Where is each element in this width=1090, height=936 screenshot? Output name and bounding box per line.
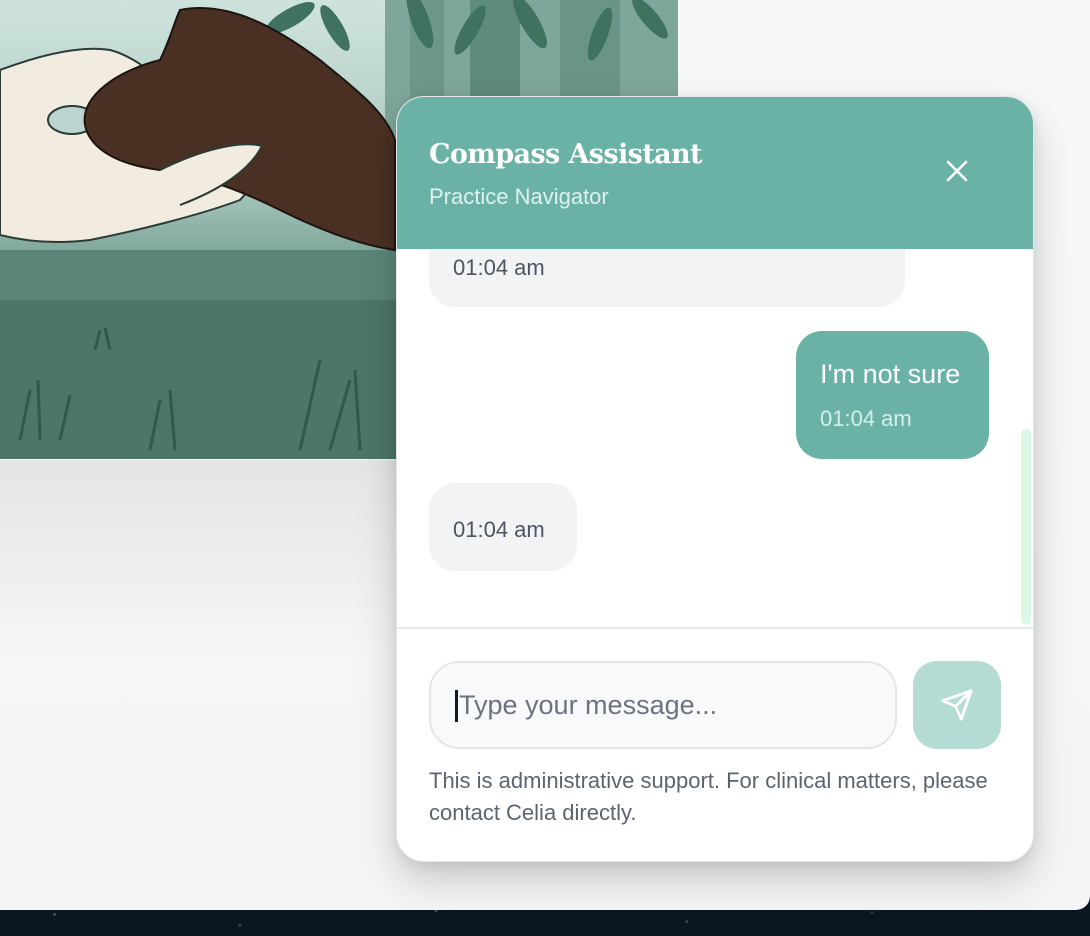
composer-divider xyxy=(397,627,1033,629)
user-message: I'm not sure 01:04 am xyxy=(796,331,989,459)
message-text: I'm not sure xyxy=(820,359,961,389)
chat-widget: Compass Assistant Practice Navigator 01:… xyxy=(396,96,1034,862)
message-list[interactable]: 01:04 am I'm not sure 01:04 am 01:04 am xyxy=(397,249,1033,627)
input-placeholder: Type your message... xyxy=(459,690,718,720)
message-timestamp: 01:04 am xyxy=(820,406,912,431)
close-icon xyxy=(946,160,968,182)
assistant-message: 01:04 am xyxy=(429,483,577,571)
scrollbar-thumb[interactable] xyxy=(1021,429,1031,625)
close-button[interactable] xyxy=(939,153,975,189)
send-icon xyxy=(941,689,973,721)
send-button[interactable] xyxy=(913,661,1001,749)
message-timestamp: 01:04 am xyxy=(453,255,545,280)
message-timestamp: 01:04 am xyxy=(453,517,545,542)
disclaimer-text: This is administrative support. For clin… xyxy=(429,768,988,825)
message-input[interactable]: Type your message... xyxy=(429,661,897,749)
chat-header: Compass Assistant Practice Navigator xyxy=(397,97,1033,249)
chat-subtitle: Practice Navigator xyxy=(429,184,609,209)
text-caret xyxy=(455,690,458,722)
chat-title: Compass Assistant xyxy=(429,139,703,170)
assistant-message: 01:04 am xyxy=(429,249,905,307)
